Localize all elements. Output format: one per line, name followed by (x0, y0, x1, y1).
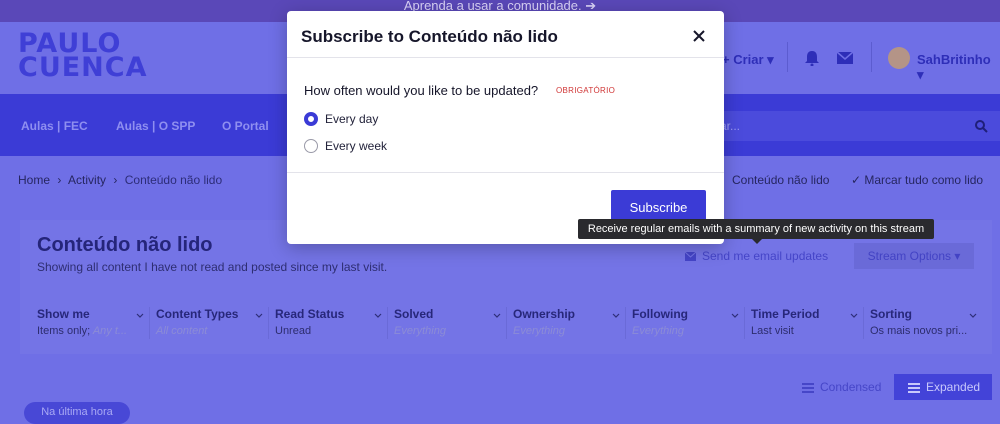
radio-button[interactable] (304, 139, 318, 153)
filter-placeholder: Everything (513, 325, 565, 337)
breadcrumb-separator: › (57, 173, 62, 187)
filter-placeholder: Everything (394, 325, 446, 337)
avatar[interactable] (888, 47, 910, 69)
filter-read-status[interactable]: Read Status Unread (268, 303, 387, 343)
filter-value-text: Items only; (37, 325, 91, 337)
dialog-divider (287, 57, 724, 58)
stream-options-button[interactable]: Stream Options ▾ (854, 243, 974, 269)
breadcrumb-separator: › (113, 173, 118, 187)
filter-value: Items only; Any t... (37, 325, 127, 337)
filter-label: Read Status (275, 307, 345, 321)
chevron-down-icon (374, 313, 382, 318)
chevron-down-icon (255, 313, 263, 318)
time-group-pill: Na última hora (24, 402, 130, 424)
nav-item-aulas-spp[interactable]: Aulas | O SPP (116, 119, 195, 133)
filter-value-text: Os mais novos pri... (870, 325, 968, 337)
breadcrumb-home[interactable]: Home (18, 173, 50, 187)
nav-item-aulas-fec[interactable]: Aulas | FEC (21, 119, 88, 133)
filter-label: Solved (394, 307, 434, 321)
condensed-label: Condensed (820, 380, 882, 394)
frequency-question: How often would you like to be updated? (304, 83, 539, 98)
tooltip-arrow (752, 239, 762, 244)
expanded-view-button[interactable]: Expanded (894, 374, 992, 400)
chevron-down-icon (612, 313, 620, 318)
filter-solved[interactable]: Solved Everything (387, 303, 506, 343)
mark-all-read-link[interactable]: ✓ Marcar tudo como lido (851, 173, 983, 187)
filter-ownership[interactable]: Ownership Everything (506, 303, 625, 343)
filter-show-me[interactable]: Show me Items only; Any t... (30, 303, 149, 343)
breadcrumb-current-right: Conteúdo não lido (732, 173, 830, 187)
radio-label[interactable]: Every week (325, 139, 387, 153)
header-divider (871, 42, 872, 72)
bell-icon[interactable] (803, 50, 821, 66)
dialog-title: Subscribe to Conteúdo não lido (301, 27, 558, 46)
create-menu-button[interactable]: + Criar ▾ (722, 52, 774, 68)
filter-placeholder: Any t... (90, 325, 128, 337)
close-icon[interactable] (691, 28, 707, 44)
tooltip: Receive regular emails with a summary of… (578, 219, 934, 239)
filter-label: Sorting (870, 307, 912, 321)
chevron-down-icon (850, 313, 858, 318)
filter-value: All content (156, 325, 207, 337)
filter-label: Following (632, 307, 688, 321)
filter-value: Everything (632, 325, 684, 337)
nav-item-portal[interactable]: O Portal (222, 119, 269, 133)
filter-bar: Show me Items only; Any t... Content Typ… (30, 303, 992, 343)
filter-following[interactable]: Following Everything (625, 303, 744, 343)
required-badge: OBRIGATÓRIO (556, 86, 616, 95)
expanded-label: Expanded (926, 380, 981, 394)
chevron-down-icon (493, 313, 501, 318)
filter-label: Ownership (513, 307, 576, 321)
radio-label[interactable]: Every day (325, 112, 378, 126)
condensed-view-button[interactable]: Condensed (790, 374, 890, 400)
filter-value: Unread (275, 325, 311, 337)
chevron-down-icon (731, 313, 739, 318)
filter-value: Last visit (751, 325, 794, 337)
filter-time-period[interactable]: Time Period Last visit (744, 303, 863, 343)
chevron-down-icon (969, 313, 977, 318)
breadcrumb-activity[interactable]: Activity (68, 173, 106, 187)
page-title: Conteúdo não lido (37, 234, 213, 256)
filter-placeholder: All content (156, 325, 208, 337)
site-logo[interactable]: PAULO CUENCA (18, 30, 148, 83)
breadcrumb: Home › Activity › Conteúdo não lido (18, 173, 222, 187)
dialog-divider (287, 172, 724, 173)
chevron-down-icon (136, 313, 144, 318)
filter-content-types[interactable]: Content Types All content (149, 303, 268, 343)
user-menu-button[interactable]: SahBritinho ▾ (917, 52, 1000, 83)
search-icon[interactable] (974, 119, 988, 133)
mail-icon[interactable] (836, 50, 854, 66)
radio-button-selected[interactable] (304, 112, 318, 126)
filter-label: Show me (37, 307, 90, 321)
mail-icon (684, 251, 697, 262)
filter-value-text: Unread (275, 325, 312, 337)
header-divider (787, 42, 788, 72)
filter-label: Content Types (156, 307, 239, 321)
filter-label: Time Period (751, 307, 820, 321)
filter-value-text: Last visit (751, 325, 794, 337)
filter-sorting[interactable]: Sorting Os mais novos pri... (863, 303, 982, 343)
breadcrumb-current: Conteúdo não lido (124, 173, 223, 187)
subscribe-dialog: Subscribe to Conteúdo não lido How often… (287, 11, 724, 244)
list-icon (908, 382, 920, 393)
page-subtitle: Showing all content I have not read and … (37, 260, 388, 274)
search-input[interactable]: scar... (700, 111, 1000, 141)
list-icon (802, 382, 814, 393)
email-updates-button[interactable]: Send me email updates (684, 249, 829, 263)
filter-value: Os mais novos pri... (870, 325, 967, 337)
email-updates-label: Send me email updates (702, 249, 829, 263)
filter-value: Everything (394, 325, 446, 337)
filter-value: Everything (513, 325, 565, 337)
logo-line-2: CUENCA (18, 52, 148, 83)
filter-placeholder: Everything (632, 325, 684, 337)
